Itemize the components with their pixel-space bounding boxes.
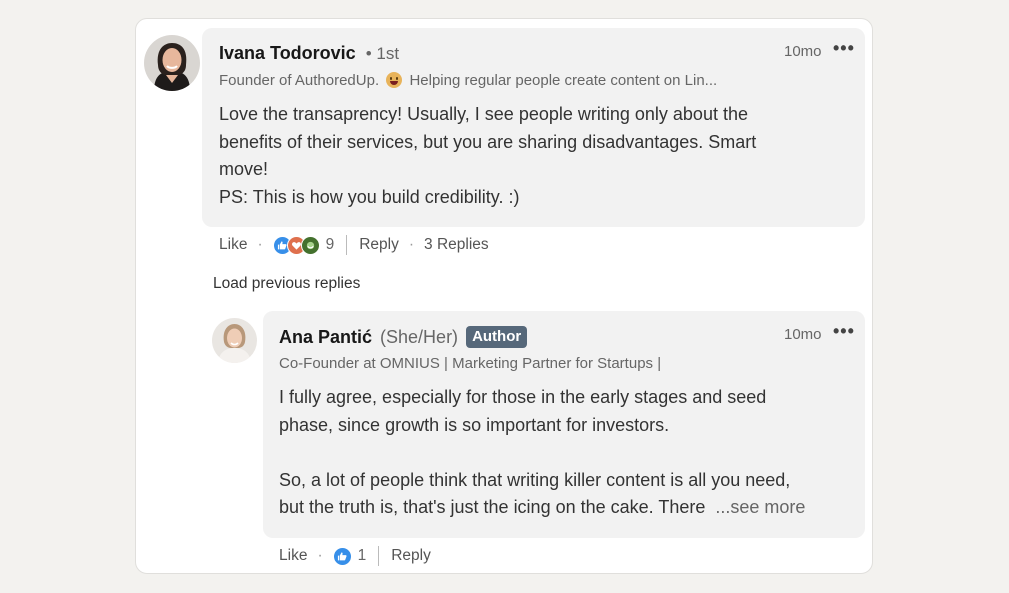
reply-header: Ana Pantić (She/Her) Author bbox=[279, 326, 528, 348]
author-name[interactable]: Ana Pantić bbox=[279, 327, 372, 348]
like-button[interactable]: Like bbox=[219, 236, 247, 254]
reaction-count: 1 bbox=[357, 547, 367, 564]
replies-link[interactable]: 3 Replies bbox=[424, 236, 489, 254]
reply-button[interactable]: Reply bbox=[359, 236, 399, 254]
grinning-emoji-icon bbox=[386, 72, 403, 88]
reply-line: phase, since growth is so important for … bbox=[279, 414, 670, 435]
headline-text: Founder of AuthoredUp. bbox=[219, 72, 380, 89]
separator-dot: · bbox=[317, 547, 323, 564]
more-dots-icon[interactable]: ••• bbox=[833, 39, 855, 57]
divider bbox=[346, 235, 348, 255]
separator-dot: · bbox=[408, 236, 415, 253]
see-more-button[interactable]: ...see more bbox=[715, 497, 805, 517]
load-previous-replies-button[interactable]: Load previous replies bbox=[213, 275, 360, 293]
avatar[interactable] bbox=[144, 35, 200, 91]
author-headline: Co-Founder at OMNIUS | Marketing Partner… bbox=[279, 355, 662, 372]
comment-line: Love the transaprency! Usually, I see pe… bbox=[219, 104, 748, 124]
comment-time: 10mo bbox=[784, 43, 822, 60]
divider bbox=[378, 546, 380, 566]
headline-text-continued: Helping regular people create content on… bbox=[409, 72, 718, 89]
reply-line-last: but the truth is, that's just the icing … bbox=[279, 494, 854, 522]
reply-line-blank bbox=[279, 439, 854, 467]
author-badge: Author bbox=[466, 326, 528, 348]
comment-actions: Like · 9 Reply · 3 Replies bbox=[219, 235, 489, 255]
avatar[interactable] bbox=[212, 318, 257, 363]
separator-dot: · bbox=[257, 236, 263, 253]
reply-line-text: but the truth is, that's just the icing … bbox=[279, 497, 706, 517]
reply-body: I fully agree, especially for those in t… bbox=[279, 384, 854, 522]
like-icon bbox=[332, 546, 352, 566]
author-name[interactable]: Ivana Todorovic bbox=[219, 43, 356, 64]
support-icon bbox=[300, 235, 320, 255]
reply-line: I fully agree, especially for those in t… bbox=[279, 387, 767, 407]
comment-line: PS: This is how you build credibility. :… bbox=[219, 186, 520, 207]
reply-button[interactable]: Reply bbox=[391, 547, 431, 565]
comment-line: move! bbox=[219, 159, 269, 179]
comment-body: Love the transaprency! Usually, I see pe… bbox=[219, 101, 849, 211]
comments-card: Ivana Todorovic • 1st 10mo ••• Founder o… bbox=[135, 18, 873, 574]
reactions-summary[interactable]: 9 bbox=[272, 235, 335, 255]
reaction-count: 9 bbox=[325, 236, 335, 253]
reply-actions: Like · 1 Reply bbox=[279, 546, 431, 566]
reactions-summary[interactable]: 1 bbox=[332, 546, 367, 566]
reply-time: 10mo bbox=[784, 326, 822, 343]
comment-line: benefits of their services, but you are … bbox=[219, 131, 757, 152]
more-dots-icon[interactable]: ••• bbox=[833, 322, 855, 340]
like-button[interactable]: Like bbox=[279, 547, 307, 565]
reply-line: So, a lot of people think that writing k… bbox=[279, 469, 791, 490]
pronouns: (She/Her) bbox=[380, 326, 459, 347]
comment-header: Ivana Todorovic • 1st bbox=[219, 43, 399, 64]
author-headline: Founder of AuthoredUp. Helping regular p… bbox=[219, 72, 717, 89]
connection-degree: • 1st bbox=[365, 43, 400, 63]
